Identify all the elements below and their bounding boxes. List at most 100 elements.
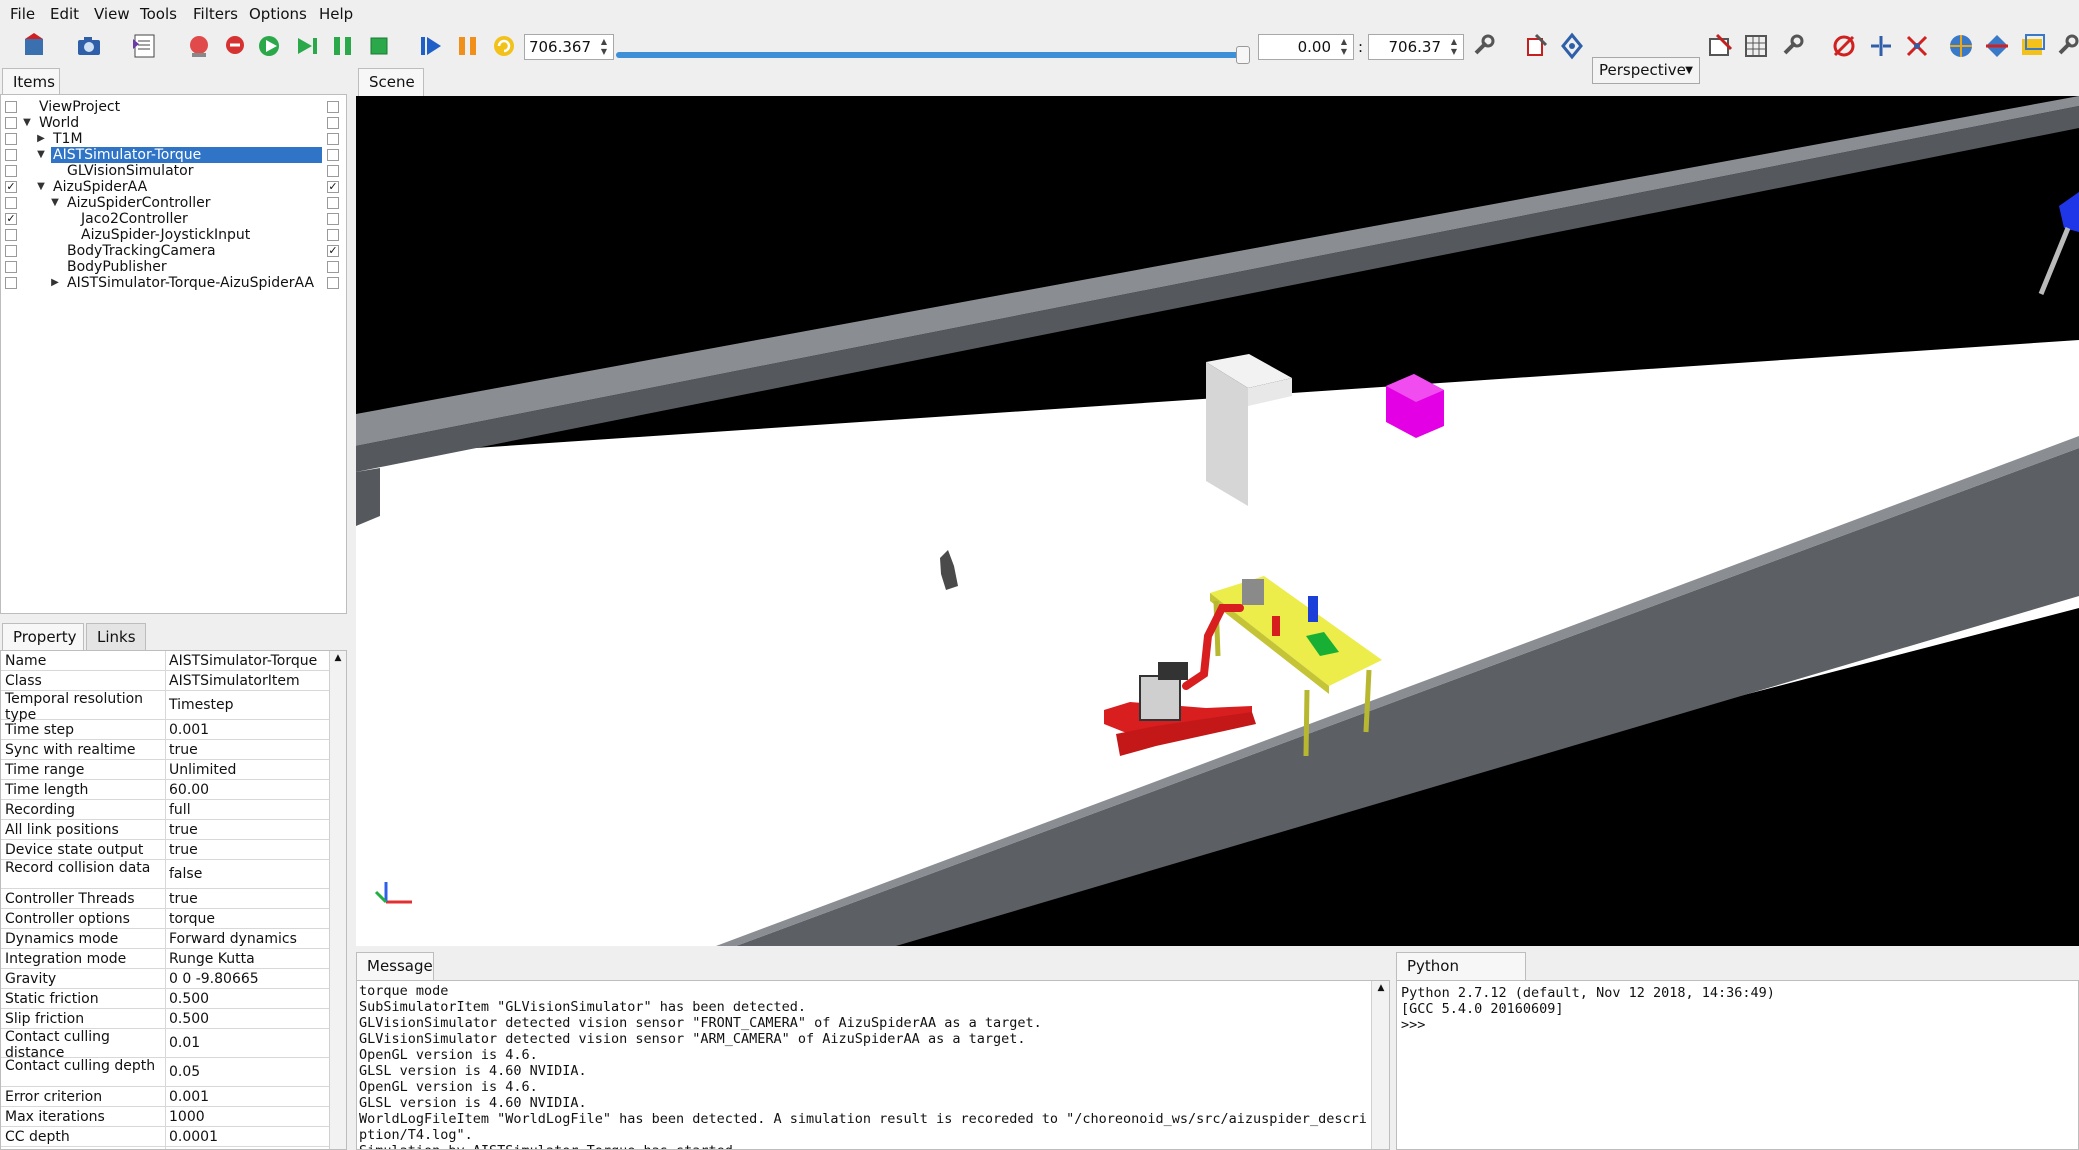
- property-row[interactable]: CC depth 0.0001: [1, 1127, 329, 1147]
- view-pivot-icon[interactable]: [1557, 31, 1587, 61]
- property-value[interactable]: true: [169, 842, 198, 858]
- property-value[interactable]: true: [169, 822, 198, 838]
- property-row[interactable]: Integration mode Runge Kutta: [1, 949, 329, 969]
- tree-item[interactable]: ▼ AizuSpiderController: [1, 195, 346, 211]
- item-checkbox[interactable]: [5, 229, 17, 241]
- property-row[interactable]: Time length 60.00: [1, 780, 329, 800]
- refresh-icon[interactable]: [489, 31, 519, 61]
- property-value[interactable]: 0.001: [169, 722, 209, 738]
- item-checkbox[interactable]: [327, 101, 339, 113]
- collision-icon[interactable]: [1866, 31, 1896, 61]
- view-wizard-icon[interactable]: [1705, 31, 1735, 61]
- property-row[interactable]: Max iterations 1000: [1, 1107, 329, 1127]
- menu-edit[interactable]: Edit: [50, 6, 79, 22]
- pause-icon[interactable]: [453, 31, 483, 61]
- property-row[interactable]: Sync with realtime true: [1, 740, 329, 760]
- property-value[interactable]: AISTSimulatorItem: [169, 673, 300, 689]
- property-value[interactable]: 0.500: [169, 991, 209, 1007]
- property-value[interactable]: torque: [169, 911, 215, 927]
- item-checkbox[interactable]: ✓: [5, 213, 17, 225]
- pause-simulation-icon[interactable]: [328, 31, 358, 61]
- highlight-icon[interactable]: [2018, 31, 2048, 61]
- start-simulation-icon[interactable]: [256, 31, 286, 61]
- tab-message[interactable]: Message: [356, 952, 434, 980]
- item-checkbox[interactable]: [5, 197, 17, 209]
- property-row[interactable]: Controller Threads true: [1, 889, 329, 909]
- property-row[interactable]: Error criterion 0.001: [1, 1087, 329, 1107]
- item-checkbox[interactable]: [327, 277, 339, 289]
- config-icon[interactable]: [1468, 31, 1498, 61]
- expand-open-icon[interactable]: ▼: [35, 179, 47, 195]
- scene-view[interactable]: [356, 96, 2079, 946]
- expand-closed-icon[interactable]: ▶: [35, 131, 47, 147]
- item-checkbox[interactable]: [327, 229, 339, 241]
- python-console[interactable]: Python 2.7.12 (default, Nov 12 2018, 14:…: [1396, 980, 2079, 1150]
- property-value[interactable]: Forward dynamics: [169, 931, 297, 947]
- more-icon[interactable]: [2052, 31, 2079, 61]
- item-checkbox[interactable]: ✓: [327, 181, 339, 193]
- item-checkbox[interactable]: [5, 117, 17, 129]
- property-value[interactable]: false: [169, 866, 202, 882]
- item-checkbox[interactable]: [5, 277, 17, 289]
- property-value[interactable]: Timestep: [169, 697, 234, 713]
- menu-options[interactable]: Options: [249, 6, 307, 22]
- tab-items[interactable]: Items: [2, 68, 60, 96]
- property-row[interactable]: Contact culling depth 0.05: [1, 1058, 329, 1087]
- axes-icon[interactable]: [1946, 31, 1976, 61]
- spin-arrows-icon[interactable]: ▲ ▼: [597, 37, 611, 57]
- property-row[interactable]: Temporal resolution type Timestep: [1, 691, 329, 723]
- menu-tools[interactable]: Tools: [140, 6, 177, 22]
- item-checkbox[interactable]: ✓: [5, 181, 17, 193]
- property-row[interactable]: Time range Unlimited: [1, 760, 329, 780]
- message-scrollbar[interactable]: ▲: [1371, 981, 1389, 1149]
- item-checkbox[interactable]: [5, 245, 17, 257]
- menu-filters[interactable]: Filters: [193, 6, 238, 22]
- property-value[interactable]: 0.001: [169, 1089, 209, 1105]
- measure-icon[interactable]: [1829, 31, 1859, 61]
- scene-canvas[interactable]: [356, 96, 2079, 946]
- spin-arrows-icon[interactable]: ▲ ▼: [1447, 37, 1461, 57]
- property-row[interactable]: Name AISTSimulator-Torque: [1, 651, 329, 671]
- view-mode-select[interactable]: Perspective ▼: [1592, 57, 1700, 84]
- tree-item[interactable]: BodyPublisher: [1, 259, 346, 275]
- item-checkbox[interactable]: [327, 197, 339, 209]
- property-row[interactable]: Gravity 0 0 -9.80665: [1, 969, 329, 989]
- script-icon[interactable]: [129, 31, 159, 61]
- property-row[interactable]: Class AISTSimulatorItem: [1, 671, 329, 691]
- play-icon[interactable]: [416, 31, 446, 61]
- scene-view-icon[interactable]: [1902, 31, 1932, 61]
- property-value[interactable]: 0.0001: [169, 1129, 218, 1145]
- property-row[interactable]: All link positions true: [1, 820, 329, 840]
- property-row[interactable]: Controller options torque: [1, 909, 329, 929]
- property-row[interactable]: Static friction 0.500: [1, 989, 329, 1009]
- tree-item[interactable]: BodyTrackingCamera ✓: [1, 243, 346, 259]
- selection-icon[interactable]: [1741, 31, 1771, 61]
- tab-scene[interactable]: Scene: [358, 68, 424, 96]
- time-range-end-spinbox[interactable]: 706.37 ▲ ▼: [1368, 34, 1464, 60]
- property-value[interactable]: 0.01: [169, 1035, 200, 1051]
- property-value[interactable]: Runge Kutta: [169, 951, 255, 967]
- tree-item[interactable]: AizuSpider-JoystickInput: [1, 227, 346, 243]
- flip-icon[interactable]: [1777, 31, 1807, 61]
- item-checkbox[interactable]: [5, 261, 17, 273]
- property-value[interactable]: 0 0 -9.80665: [169, 971, 259, 987]
- tree-item[interactable]: ▼ AISTSimulator-Torque: [1, 147, 346, 163]
- menu-file[interactable]: File: [10, 6, 35, 22]
- property-value[interactable]: AISTSimulator-Torque: [169, 653, 317, 669]
- item-checkbox[interactable]: [5, 149, 17, 161]
- current-time-spinbox[interactable]: 706.367 ▲ ▼: [524, 34, 614, 60]
- expand-open-icon[interactable]: ▼: [21, 115, 33, 131]
- tree-item[interactable]: ▶ T1M: [1, 131, 346, 147]
- property-row[interactable]: Dynamics mode Forward dynamics: [1, 929, 329, 949]
- expand-closed-icon[interactable]: ▶: [49, 275, 61, 291]
- time-range-start-spinbox[interactable]: 0.00 ▲ ▼: [1258, 34, 1354, 60]
- item-checkbox[interactable]: ✓: [327, 245, 339, 257]
- stop-simulation-icon[interactable]: [364, 31, 394, 61]
- reset-pose-icon[interactable]: [184, 31, 214, 61]
- tree-item[interactable]: ▶ AISTSimulator-Torque-AizuSpiderAA: [1, 275, 346, 291]
- item-checkbox[interactable]: [5, 101, 17, 113]
- property-row[interactable]: Time step 0.001: [1, 720, 329, 740]
- scroll-up-icon[interactable]: ▲: [1375, 983, 1387, 995]
- item-checkbox[interactable]: [5, 133, 17, 145]
- expand-open-icon[interactable]: ▼: [49, 195, 61, 211]
